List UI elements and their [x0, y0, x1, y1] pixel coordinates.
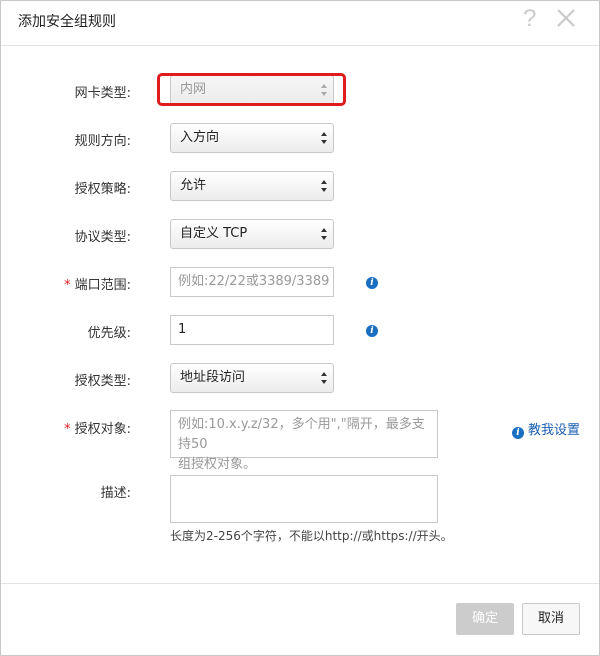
port-range-label: * 端口范围:: [1, 274, 131, 293]
add-security-group-rule-dialog: 添加安全组规则 ? 网卡类型: 内网 规则方向: 入方向 授权策略: 允许 协议…: [0, 0, 600, 656]
select-arrows-icon: [321, 180, 327, 192]
protocol-select[interactable]: 自定义 TCP: [170, 219, 334, 249]
info-icon[interactable]: i: [366, 325, 378, 337]
auth-object-placeholder-line1: 例如:10.x.y.z/32，多个用","隔开，最多支持50: [178, 417, 425, 452]
dialog-title: 添加安全组规则: [18, 14, 116, 30]
tutorial-link-text: 教我设置: [528, 423, 581, 438]
tutorial-link[interactable]: i 教我设置: [512, 419, 580, 439]
info-icon[interactable]: i: [366, 277, 378, 289]
description-hint: 长度为2-256个字符，不能以http://或https://开头。: [170, 529, 453, 543]
required-mark: *: [64, 278, 71, 293]
auth-object-label-text: 授权对象:: [74, 422, 131, 437]
direction-label: 规则方向:: [74, 134, 131, 149]
dialog-header: 添加安全组规则 ?: [1, 1, 599, 46]
cancel-button[interactable]: 取消: [522, 603, 580, 635]
close-icon[interactable]: [555, 7, 577, 29]
policy-value: 允许: [180, 178, 207, 193]
auth-object-textarea[interactable]: 例如:10.x.y.z/32，多个用","隔开，最多支持50 组授权对象。: [170, 410, 438, 472]
direction-value: 入方向: [180, 130, 220, 145]
help-icon[interactable]: ?: [523, 5, 536, 33]
auth-type-value: 地址段访问: [180, 370, 246, 385]
required-mark: *: [64, 422, 71, 437]
nic-type-label: 网卡类型:: [74, 86, 131, 101]
auth-object-label: * 授权对象:: [1, 418, 131, 437]
protocol-label: 协议类型:: [74, 230, 131, 245]
auth-type-label: 授权类型:: [74, 374, 131, 389]
policy-select[interactable]: 允许: [170, 171, 334, 201]
select-arrows-icon: [321, 372, 327, 384]
select-arrows-icon: [321, 132, 327, 144]
policy-label: 授权策略:: [74, 182, 131, 197]
protocol-value: 自定义 TCP: [180, 226, 248, 241]
direction-select[interactable]: 入方向: [170, 123, 334, 153]
auth-object-placeholder-line2: 组授权对象。: [178, 457, 257, 472]
port-range-label-text: 端口范围:: [74, 278, 131, 293]
select-arrows-icon: [321, 228, 327, 240]
port-range-input[interactable]: 例如:22/22或3389/3389: [170, 267, 334, 297]
description-label: 描述:: [100, 486, 131, 501]
priority-input[interactable]: 1: [170, 315, 334, 345]
description-textarea[interactable]: [170, 475, 438, 523]
auth-type-select[interactable]: 地址段访问: [170, 363, 334, 393]
highlight-box: [157, 73, 346, 106]
footer-divider: [1, 583, 599, 584]
info-icon: i: [512, 427, 524, 439]
priority-label: 优先级:: [87, 326, 131, 341]
confirm-button[interactable]: 确定: [456, 603, 514, 635]
